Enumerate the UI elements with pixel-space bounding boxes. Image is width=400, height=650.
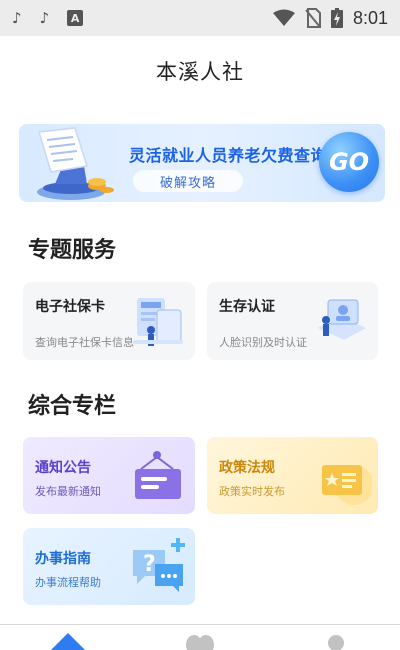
- bottom-navigation: [0, 624, 400, 650]
- app-a-icon: A: [67, 10, 84, 26]
- no-sim-icon: [305, 8, 321, 28]
- title-bar: 本溪人社: [0, 36, 400, 106]
- section-title-columns: 综合专栏: [28, 394, 117, 419]
- banner-strategy-button[interactable]: 破解攻略: [133, 170, 243, 192]
- card-title: 通知公告: [35, 460, 91, 476]
- card-subtitle: 发布最新通知: [35, 485, 101, 498]
- face-recognition-icon: [318, 299, 366, 340]
- section-title-special-services: 专题服务: [28, 238, 117, 263]
- tiktok-icon: ♪: [39, 9, 50, 27]
- card-subtitle: 政策实时发布: [219, 485, 285, 498]
- card-title: 政策法规: [219, 460, 275, 476]
- card-title: 电子社保卡: [35, 299, 105, 315]
- banner-title: 灵活就业人员养老欠费查询: [129, 146, 328, 165]
- card-subtitle: 办事流程帮助: [35, 576, 101, 589]
- page-title: 本溪人社: [156, 60, 244, 84]
- service-guide-card[interactable]: 办事指南 办事流程帮助 ?: [23, 528, 195, 605]
- survival-authentication-card[interactable]: 生存认证 人脸识别及时认证: [207, 282, 378, 360]
- home-icon[interactable]: [50, 631, 86, 650]
- question-bubble-icon: ?: [133, 538, 185, 592]
- go-button[interactable]: GO: [319, 132, 379, 192]
- service-icon[interactable]: [184, 631, 216, 650]
- arrears-query-banner[interactable]: 灵活就业人员养老欠费查询 破解攻略 GO: [19, 124, 385, 202]
- battery-icon: [330, 8, 343, 28]
- status-bar: ♪ ♪ A 8:01: [0, 0, 400, 36]
- notice-board-icon: [135, 451, 181, 499]
- card-title: 生存认证: [219, 299, 275, 315]
- card-title: 办事指南: [35, 551, 91, 567]
- notice-announcement-card[interactable]: 通知公告 发布最新通知: [23, 437, 195, 514]
- document-stand-icon: [37, 127, 114, 200]
- card-subtitle: 查询电子社保卡信息: [35, 336, 134, 349]
- status-right: 8:01: [272, 7, 388, 29]
- policy-book-icon: [322, 465, 372, 505]
- profile-icon[interactable]: [326, 631, 346, 650]
- tiktok-icon: ♪: [12, 9, 22, 27]
- electronic-social-security-card[interactable]: 电子社保卡 查询电子社保卡信息: [23, 282, 195, 360]
- wifi-icon: [272, 9, 295, 26]
- status-left: ♪ ♪ A: [12, 9, 84, 27]
- social-card-icon: [133, 298, 183, 346]
- svg-text:?: ?: [143, 552, 156, 577]
- policy-regulation-card[interactable]: 政策法规 政策实时发布: [207, 437, 378, 514]
- status-time: 8:01: [352, 7, 388, 28]
- card-subtitle: 人脸识别及时认证: [219, 336, 307, 349]
